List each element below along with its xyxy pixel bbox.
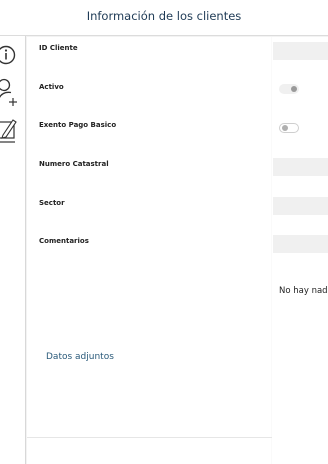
exento-toggle[interactable] [279,123,299,133]
numero-catastral-label: Numero Catastral [39,160,109,168]
page-title: Información de los clientes [86,9,242,23]
empty-message: No hay nad [279,286,328,296]
id-cliente-label: ID Cliente [39,44,78,52]
divider [27,437,272,438]
attachments-link[interactable]: Datos adjuntos [46,352,114,362]
toggle-knob [291,86,297,92]
activo-label: Activo [39,83,64,91]
numero-catastral-input[interactable] [273,158,328,176]
id-cliente-input[interactable] [273,42,328,60]
left-toolbar [0,36,26,464]
sector-input[interactable] [273,197,328,215]
exento-label: Exento Pago Basico [39,121,117,129]
comentarios-label: Comentarios [39,237,89,245]
sector-label: Sector [39,199,65,207]
add-user-icon[interactable] [0,78,20,112]
toggle-knob [282,125,288,131]
comentarios-input[interactable] [273,235,328,253]
activo-toggle[interactable] [279,84,299,94]
info-icon[interactable] [0,44,16,70]
title-bar: Información de los clientes [0,0,328,36]
divider [271,37,272,464]
customer-form: ID Cliente Activo Exento Pago Basico Num… [27,37,328,464]
edit-icon[interactable] [0,116,18,150]
